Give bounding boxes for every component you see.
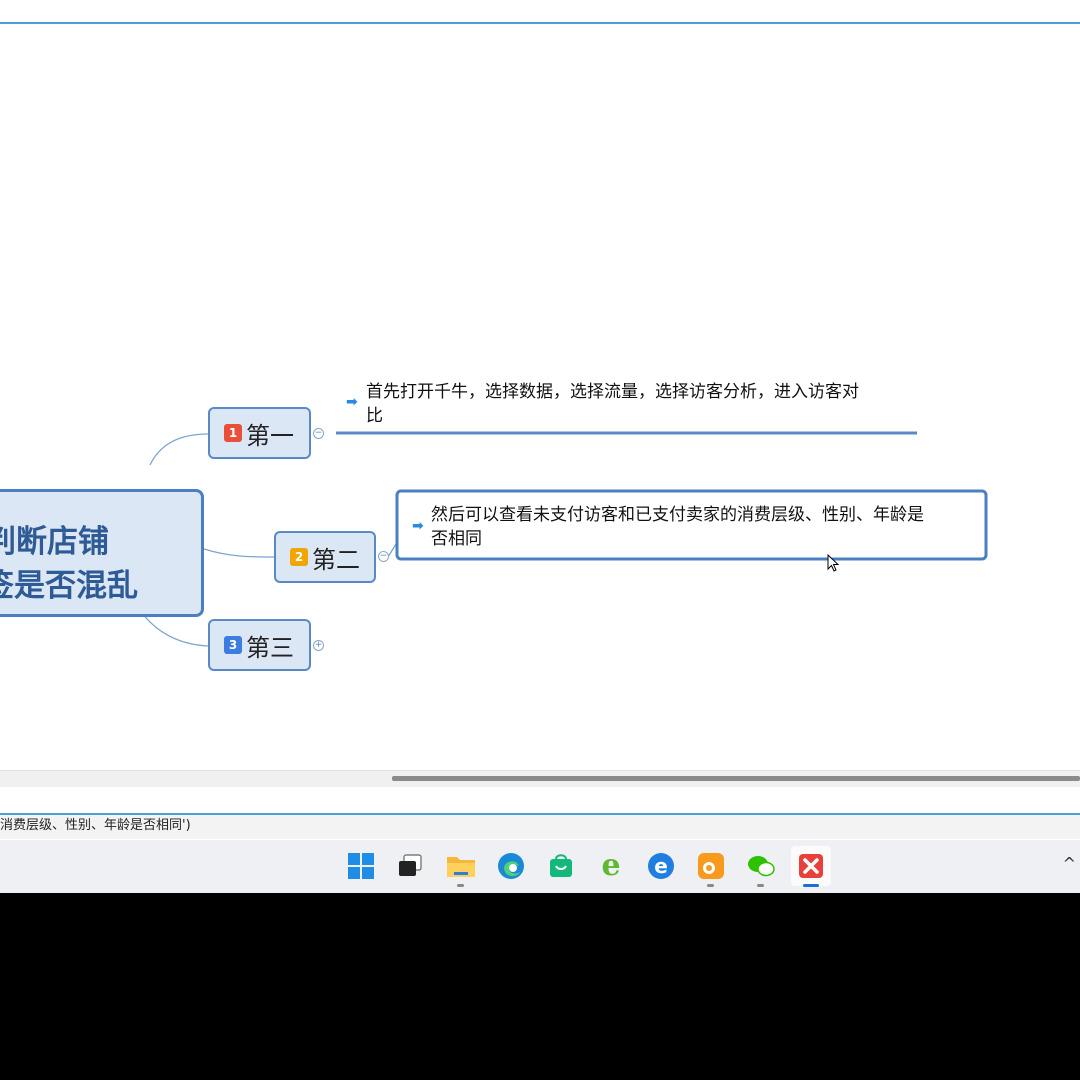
topic-2-label: 第二 [312,545,360,574]
topic-1[interactable]: 1 第一 [208,407,311,459]
topic-3[interactable]: 3 第三 [208,619,311,671]
connector-topic-1 [149,433,209,466]
priority-1-badge: 1 [224,424,242,442]
subtopic-2[interactable]: 然后可以查看未支付访客和已支付卖家的消费层级、性别、年龄是 否相同 [431,503,924,551]
priority-3-badge: 3 [224,636,242,654]
topic-1-label: 第一 [246,421,294,450]
mindmap-canvas[interactable]: 判断店铺 签是否混乱 1 第一 − ➡ 首先打开千牛，选择数据，选择流量，选择访… [0,24,1080,770]
subtopic-2-line2: 否相同 [431,529,482,549]
edge-icon[interactable] [491,846,531,886]
priority-2-badge: 2 [290,548,308,566]
topic-2[interactable]: 2 第二 [274,531,376,583]
central-topic-line1: 判断店铺 [0,524,109,560]
edge-legacy-icon[interactable]: e [641,846,681,886]
taskbar: e e ^ [0,840,1080,893]
horizontal-scrollbar[interactable] [0,770,1080,787]
windows-start-icon[interactable] [341,846,381,886]
central-topic[interactable]: 判断店铺 签是否混乱 [0,489,204,617]
wechat-icon[interactable] [741,846,781,887]
scrollbar-thumb[interactable] [392,776,1080,781]
collapse-toggle-icon[interactable]: − [378,551,389,562]
arrow-right-icon: ➡ [346,394,358,410]
subtopic-2-line1: 然后可以查看未支付访客和已支付卖家的消费层级、性别、年龄是 [431,505,924,525]
screen: 判断店铺 签是否混乱 1 第一 − ➡ 首先打开千牛，选择数据，选择流量，选择访… [0,0,1080,893]
store-icon[interactable] [541,846,581,886]
connector-subtopic-2 [387,543,397,558]
file-explorer-icon[interactable] [441,846,481,887]
collapse-toggle-icon[interactable]: − [313,428,324,439]
expand-toggle-icon[interactable]: + [313,640,324,651]
active-indicator [803,884,819,887]
ie-browser-icon[interactable]: e [591,846,631,886]
xmind-icon[interactable] [791,846,831,887]
panel-area [0,787,1080,813]
uc-browser-icon[interactable] [691,846,731,887]
status-text: 消费层级、性别、年龄是否相同') [0,818,191,833]
arrow-right-icon: ➡ [412,518,424,534]
subtopic-1-line1: 首先打开千牛，选择数据，选择流量，选择访客分析，进入访客对 [366,382,859,402]
running-indicator [757,884,764,887]
running-indicator [707,884,714,887]
mouse-cursor-icon [827,554,840,572]
central-topic-line2: 签是否混乱 [0,568,138,604]
running-indicator [457,884,464,887]
tray-chevron-icon[interactable]: ^ [1063,854,1076,873]
topic-3-label: 第三 [246,633,294,662]
subtopic-1[interactable]: 首先打开千牛，选择数据，选择流量，选择访客分析，进入访客对 比 [366,380,859,428]
status-bar: 消费层级、性别、年龄是否相同') [0,815,1080,839]
task-view-icon[interactable] [390,846,430,886]
svg-text:e: e [654,854,668,878]
connector-topic-2 [203,548,275,558]
subtopic-1-line2: 比 [366,406,383,426]
